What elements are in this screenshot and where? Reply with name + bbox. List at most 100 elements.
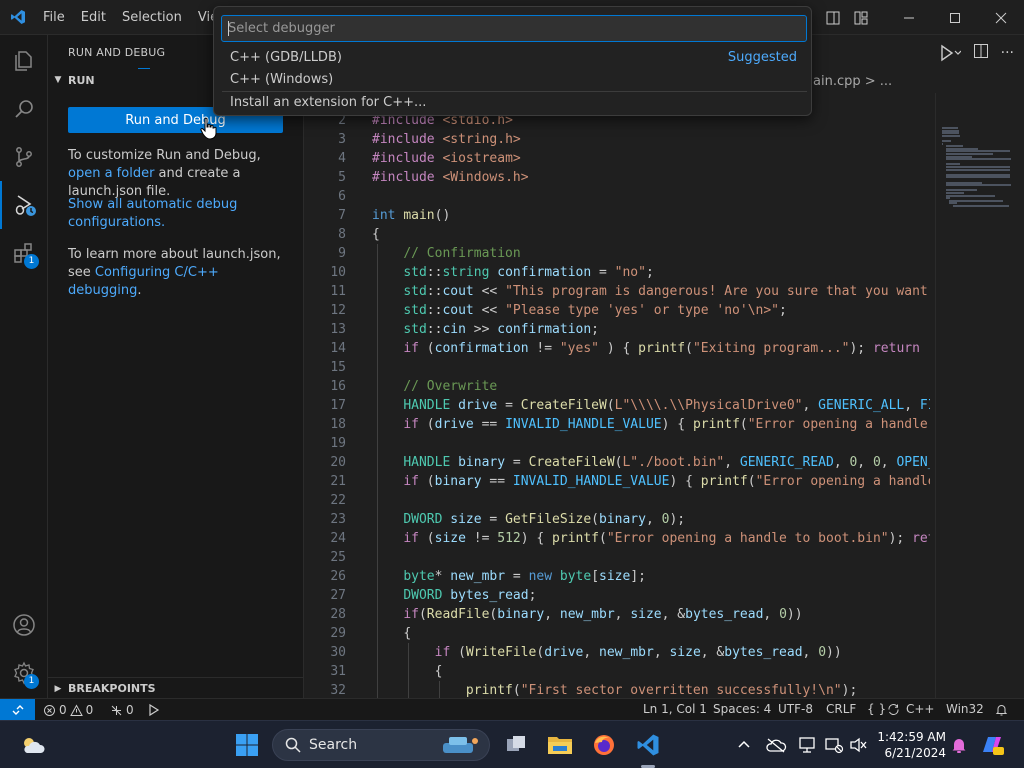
code-line[interactable]: 3 #include <string.h> bbox=[305, 130, 930, 149]
code-line[interactable]: 5 #include <Windows.h> bbox=[305, 168, 930, 187]
code-line[interactable]: 13 std::cin >> confirmation; bbox=[305, 320, 930, 339]
run-section-label: RUN bbox=[68, 73, 95, 87]
taskbar-clock[interactable]: 1:42:59 AM 6/21/2024 bbox=[870, 729, 946, 761]
remote-indicator-icon[interactable] bbox=[0, 699, 35, 721]
line-number: 17 bbox=[330, 398, 346, 413]
debugger-search-input[interactable]: Select debugger bbox=[221, 15, 807, 42]
task-view-icon[interactable] bbox=[500, 729, 532, 761]
settings-icon[interactable]: 1 bbox=[0, 649, 48, 697]
language-mode[interactable]: C++ bbox=[906, 699, 935, 721]
taskbar-search-box[interactable]: Search bbox=[272, 729, 490, 761]
ports-indicator[interactable]: 0 bbox=[110, 699, 134, 721]
code-line[interactable]: 16 // Overwrite bbox=[305, 377, 930, 396]
line-number: 16 bbox=[330, 379, 346, 394]
chevron-right-icon: ▶ bbox=[54, 683, 62, 694]
line-ending[interactable]: CRLF bbox=[826, 699, 856, 721]
code-line[interactable]: 8{ bbox=[305, 225, 930, 244]
code-line[interactable]: 28 if(ReadFile(binary, new_mbr, size, &b… bbox=[305, 605, 930, 624]
code-line[interactable]: 26 byte* new_mbr = new byte[size]; bbox=[305, 567, 930, 586]
code-line[interactable]: 6 bbox=[305, 187, 930, 206]
ports-count: 0 bbox=[126, 702, 134, 717]
customize-text-part1: To customize Run and Debug, bbox=[68, 148, 261, 163]
code-line[interactable]: 19 bbox=[305, 434, 930, 453]
select-debugger-quick-pick: Select debugger C++ (GDB/LLDB) Suggested… bbox=[213, 6, 812, 116]
code-text: // Overwrite bbox=[403, 379, 498, 394]
explorer-icon[interactable] bbox=[0, 37, 48, 85]
minimize-icon[interactable] bbox=[886, 0, 932, 35]
quick-pick-item-install-extension[interactable]: Install an extension for C++... bbox=[222, 92, 807, 114]
code-line[interactable]: 17 HANDLE drive = CreateFileW(L"\\\\.\\P… bbox=[305, 396, 930, 415]
code-text: byte* new_mbr = new byte[size]; bbox=[403, 569, 646, 584]
split-editor-icon[interactable] bbox=[973, 43, 989, 63]
code-line[interactable]: 27 DWORD bytes_read; bbox=[305, 586, 930, 605]
code-line[interactable]: 24 if (size != 512) { printf("Error open… bbox=[305, 529, 930, 548]
code-line[interactable]: 18 if (drive == INVALID_HANDLE_VALUE) { … bbox=[305, 415, 930, 434]
encoding[interactable]: UTF-8 bbox=[778, 699, 813, 721]
search-label: Search bbox=[309, 737, 358, 753]
code-line[interactable]: 14 if (confirmation != "yes" ) { printf(… bbox=[305, 339, 930, 358]
code-line[interactable]: 23 DWORD size = GetFileSize(binary, 0); bbox=[305, 510, 930, 529]
line-number: 29 bbox=[330, 626, 346, 641]
menu-edit[interactable]: Edit bbox=[73, 0, 114, 35]
cursor-position[interactable]: Ln 1, Col 1 bbox=[643, 699, 707, 721]
language-braces-icon[interactable]: { } bbox=[867, 699, 886, 721]
code-line[interactable]: 31 { bbox=[305, 662, 930, 681]
code-line[interactable]: 4 #include <iostream> bbox=[305, 149, 930, 168]
more-actions-icon[interactable]: ··· bbox=[1001, 45, 1014, 61]
code-text: HANDLE binary = CreateFileW(L"./boot.bin… bbox=[403, 455, 930, 470]
code-view[interactable]: 2 #include <stdio.h> 3 #include <string.h> 4… bbox=[305, 111, 930, 698]
vscode-taskbar-icon[interactable] bbox=[632, 729, 664, 761]
quick-pick-item-gdb[interactable]: C++ (GDB/LLDB) Suggested bbox=[222, 47, 807, 69]
code-line[interactable]: 10 std::string confirmation = "no"; bbox=[305, 263, 930, 282]
indentation[interactable]: Spaces: 4 bbox=[713, 699, 771, 721]
copilot-icon[interactable] bbox=[976, 729, 1008, 761]
menu-selection[interactable]: Selection bbox=[114, 0, 190, 35]
run-debug-icon[interactable] bbox=[0, 181, 48, 229]
platform-config[interactable]: Win32 bbox=[946, 699, 984, 721]
show-all-configs-link[interactable]: Show all automatic debug configurations. bbox=[68, 197, 237, 230]
show-hidden-icons-chevron-icon[interactable] bbox=[728, 729, 760, 761]
code-text: if(ReadFile(binary, new_mbr, size, &byte… bbox=[403, 607, 803, 622]
customize-layout-icon[interactable] bbox=[848, 5, 874, 31]
run-debug-action-icon[interactable] bbox=[939, 44, 961, 62]
extensions-icon[interactable]: 1 bbox=[0, 229, 48, 277]
breakpoints-section-header[interactable]: ▶ BREAKPOINTS bbox=[48, 677, 304, 699]
quick-pick-item-windows[interactable]: C++ (Windows) bbox=[222, 69, 807, 91]
window-controls bbox=[792, 0, 1024, 35]
firefox-icon[interactable] bbox=[588, 729, 620, 761]
line-number: 18 bbox=[330, 417, 346, 432]
code-line[interactable]: 21 if (binary == INVALID_HANDLE_VALUE) {… bbox=[305, 472, 930, 491]
code-line[interactable]: 7 int main() bbox=[305, 206, 930, 225]
notification-bell-icon[interactable] bbox=[943, 729, 975, 761]
maximize-icon[interactable] bbox=[932, 0, 978, 35]
sync-icon[interactable] bbox=[887, 699, 900, 721]
code-line[interactable]: 9 // Confirmation bbox=[305, 244, 930, 263]
minimap[interactable] bbox=[935, 93, 1012, 698]
source-control-icon[interactable] bbox=[0, 133, 48, 181]
toggle-secondary-sidebar-icon[interactable] bbox=[820, 5, 846, 31]
code-line[interactable]: 15 bbox=[305, 358, 930, 377]
weather-widget-icon[interactable] bbox=[17, 729, 49, 761]
open-folder-link[interactable]: open a folder bbox=[68, 166, 154, 181]
line-number: 7 bbox=[338, 208, 346, 223]
debug-launch-icon[interactable] bbox=[147, 699, 161, 721]
close-icon[interactable] bbox=[978, 0, 1024, 35]
code-line[interactable]: 20 HANDLE binary = CreateFileW(L"./boot.… bbox=[305, 453, 930, 472]
code-line[interactable]: 30 if (WriteFile(drive, new_mbr, size, &… bbox=[305, 643, 930, 662]
code-line[interactable]: 32 printf("First sector overritten succe… bbox=[305, 681, 930, 698]
menu-file[interactable]: File bbox=[35, 0, 73, 35]
start-menu-icon[interactable] bbox=[231, 729, 263, 761]
code-line[interactable]: 29 { bbox=[305, 624, 930, 643]
cloud-offline-icon[interactable] bbox=[760, 729, 792, 761]
code-line[interactable]: 22 bbox=[305, 491, 930, 510]
notifications-bell-icon[interactable] bbox=[995, 699, 1008, 721]
breadcrumb-file[interactable]: ain.cpp > ... bbox=[813, 71, 892, 93]
code-line[interactable]: 11 std::cout << "This program is dangero… bbox=[305, 282, 930, 301]
code-line[interactable]: 25 bbox=[305, 548, 930, 567]
file-explorer-icon[interactable] bbox=[544, 729, 576, 761]
code-line[interactable]: 12 std::cout << "Please type 'yes' or ty… bbox=[305, 301, 930, 320]
accounts-icon[interactable] bbox=[0, 601, 48, 649]
search-icon[interactable] bbox=[0, 85, 48, 133]
code-text: DWORD size = GetFileSize(binary, 0); bbox=[403, 512, 686, 527]
problems-indicator[interactable]: 0 0 bbox=[43, 699, 93, 721]
